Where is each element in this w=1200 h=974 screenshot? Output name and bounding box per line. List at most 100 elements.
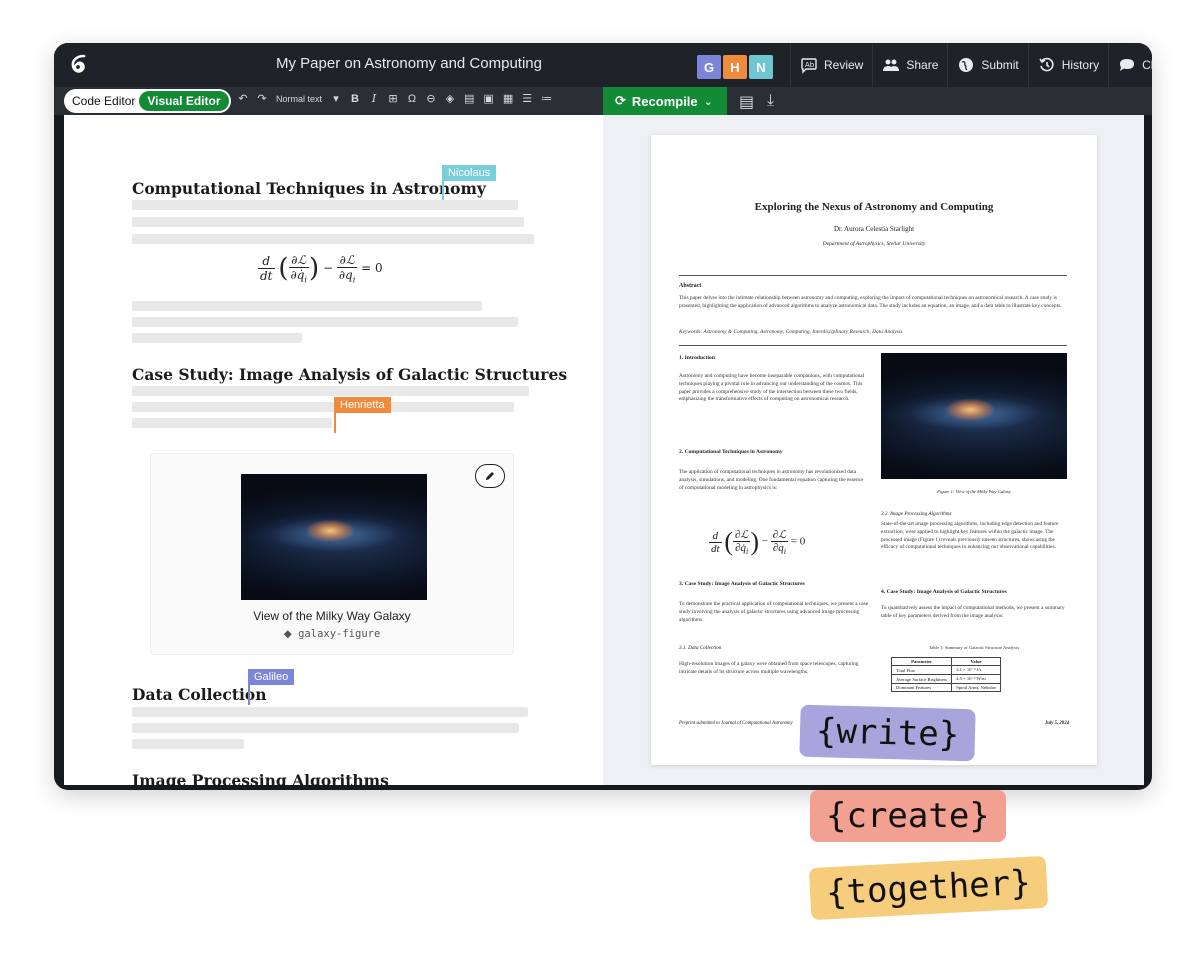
text-style-select[interactable]: Normal text xyxy=(276,94,322,104)
recompile-label: Recompile xyxy=(631,93,698,109)
figure-block[interactable]: View of the Milky Way Galaxy ◆ galaxy-fi… xyxy=(150,453,514,655)
redo-icon[interactable]: ↷ xyxy=(257,92,267,105)
table-header: Parameter xyxy=(890,657,953,666)
section-heading[interactable]: Data Collection xyxy=(132,685,267,704)
avatar-n[interactable]: N xyxy=(749,55,773,79)
recompile-button[interactable]: ⟳ Recompile ⌄ xyxy=(603,87,727,115)
section-heading: 2. Computational Techniques in Astronomy xyxy=(679,449,783,455)
symbol-icon[interactable]: Ω xyxy=(407,93,417,105)
users-icon xyxy=(883,59,900,71)
preview-toolbar: ⟳ Recompile ⌄ ▤ ⤓ xyxy=(603,87,1152,115)
table-icon[interactable]: ▦ xyxy=(503,92,513,105)
history-button[interactable]: History xyxy=(1027,43,1108,87)
section-text: State-of-the-art image processing algori… xyxy=(881,521,1059,551)
table-cell: Spiral Arms, Nebulae xyxy=(951,683,1001,692)
abstract-heading: Abstract xyxy=(679,283,702,289)
avatar-h[interactable]: H xyxy=(723,55,747,79)
paper-equation: d dt (∂ℒ ∂q̇i) − ∂ℒ ∂qi = 0 xyxy=(709,527,806,557)
section-text: The application of computational techniq… xyxy=(679,469,864,491)
section-heading: 1. Introduction xyxy=(679,355,715,361)
numbered-list-icon[interactable]: ≔ xyxy=(541,92,552,105)
section-heading[interactable]: Computational Techniques in Astronomy xyxy=(132,179,486,198)
galaxy-image[interactable] xyxy=(241,474,427,600)
paper-footer-right: July 5, 2024 xyxy=(1044,721,1069,726)
bold-icon[interactable]: B xyxy=(350,93,360,105)
paper-figure-caption: Figure 1: View of the Milky Way Galaxy xyxy=(937,489,1011,494)
review-label: Review xyxy=(824,58,864,72)
italic-icon[interactable]: I xyxy=(369,92,379,105)
text-placeholder xyxy=(132,739,244,749)
edit-figure-button[interactable] xyxy=(475,464,505,488)
paper-title: Exploring the Nexus of Astronomy and Com… xyxy=(754,201,994,213)
format-tools: ↶ ↷ Normal text ▾ B I ⊞ Ω ⊖ ◈ ▤ ▣ ▦ ☰ ≔ xyxy=(238,92,552,105)
chat-icon xyxy=(1120,59,1135,71)
table-cell: Dominant Features xyxy=(890,683,953,692)
chat-button[interactable]: Chat xyxy=(1108,43,1152,87)
table-row: Dominant Features Spiral Arms, Nebulae xyxy=(890,683,1001,692)
abstract-text: This paper delves into the intimate rela… xyxy=(679,295,1062,309)
create-sticker: {create} xyxy=(810,790,1006,842)
visual-editor-pane[interactable]: Computational Techniques in Astronomy Ni… xyxy=(64,115,603,785)
pdf-page: Exploring the Nexus of Astronomy and Com… xyxy=(651,135,1097,765)
subsection-heading: 3.1. Data Collection xyxy=(679,645,722,651)
table-row: Total Flux 2.1 × 10⁻⁹ J/s xyxy=(890,665,1001,675)
undo-icon[interactable]: ↶ xyxy=(238,92,248,105)
text-placeholder xyxy=(132,386,529,396)
table-row: Average Surface Brightness 4.5 × 10⁻⁶ W/… xyxy=(890,674,1001,684)
section-text: High-resolution images of a galaxy were … xyxy=(679,661,859,675)
text-placeholder xyxy=(132,217,524,227)
collaborator-avatars: G H N xyxy=(697,55,773,79)
review-button[interactable]: Ab Review xyxy=(790,43,872,87)
paper-footer-left: Preprint submitted to Journal of Computa… xyxy=(679,721,793,726)
share-button[interactable]: Share xyxy=(872,43,947,87)
pdf-preview-pane[interactable]: Exploring the Nexus of Astronomy and Com… xyxy=(603,115,1144,785)
chevron-down-icon[interactable]: ⌄ xyxy=(704,95,713,108)
code-editor-option[interactable]: Code Editor xyxy=(72,94,135,108)
pencil-icon xyxy=(486,472,494,480)
avatar-g[interactable]: G xyxy=(697,55,721,79)
equation[interactable]: d dt (∂ℒ ∂q̇i) − ∂ℒ ∂qi = 0 xyxy=(258,253,383,284)
download-icon[interactable]: ⤓ xyxy=(767,92,774,110)
parameters-table: Parameter Value Total Flux 2.1 × 10⁻⁹ J/… xyxy=(890,657,1001,692)
text-placeholder xyxy=(132,200,518,210)
figure-icon[interactable]: ▣ xyxy=(483,92,493,105)
text-placeholder xyxy=(132,301,482,311)
label-tag-icon: ◆ xyxy=(283,628,292,640)
table-cell: Total Flux xyxy=(890,665,953,675)
section-text: To quantitatively assess the impact of c… xyxy=(881,605,1065,619)
review-icon: Ab xyxy=(801,58,817,74)
refresh-icon: ⟳ xyxy=(615,93,626,108)
logs-icon[interactable]: ▤ xyxy=(739,92,754,112)
section-text: To demonstrate the practical application… xyxy=(679,601,869,623)
table-cell: 4.5 × 10⁻⁶ W/m xyxy=(951,674,1001,684)
text-placeholder xyxy=(132,707,528,717)
reference-icon[interactable]: ▤ xyxy=(464,92,474,105)
section-heading: 3. Case Study: Image Analysis of Galacti… xyxy=(679,581,805,587)
table-cell: Average Surface Brightness xyxy=(890,674,953,684)
editor-mode-toggle[interactable]: Code Editor Visual Editor xyxy=(64,89,231,113)
figure-caption[interactable]: View of the Milky Way Galaxy xyxy=(151,609,513,623)
project-title[interactable]: My Paper on Astronomy and Computing xyxy=(276,55,542,72)
link-icon[interactable]: ⊖ xyxy=(426,92,436,105)
table-caption: Table 1: Summary of Galactic Structure A… xyxy=(928,645,1020,650)
app-window: My Paper on Astronomy and Computing G H … xyxy=(54,43,1152,790)
figure-label[interactable]: ◆ galaxy-figure xyxy=(151,628,513,640)
overleaf-logo-icon[interactable] xyxy=(66,52,92,78)
submit-button[interactable]: Submit xyxy=(947,43,1027,87)
svg-text:Ab: Ab xyxy=(805,61,815,69)
keywords: Keywords: Astronomy & Computing, Astrono… xyxy=(679,329,903,335)
tag-icon[interactable]: ◈ xyxy=(445,92,455,105)
section-text: Astronomy and computing have become inse… xyxy=(679,373,865,403)
figure-label-text: galaxy-figure xyxy=(298,628,381,640)
bullet-list-icon[interactable]: ☰ xyxy=(522,92,532,105)
cursor-label-galileo: Galileo xyxy=(248,669,295,685)
visual-editor-option[interactable]: Visual Editor xyxy=(139,91,229,111)
chevron-down-icon[interactable]: ▾ xyxy=(331,92,341,105)
section-heading[interactable]: Image Processing Algorithms xyxy=(132,771,389,785)
paper-author: Dr. Aurora Celestia Starlight xyxy=(833,225,915,233)
math-icon[interactable]: ⊞ xyxy=(388,92,398,105)
text-placeholder xyxy=(132,418,332,428)
cursor-label-nicolaus: Nicolaus xyxy=(442,165,497,181)
section-heading[interactable]: Case Study: Image Analysis of Galactic S… xyxy=(132,365,567,384)
table-header-row: Parameter Value xyxy=(890,657,1001,666)
